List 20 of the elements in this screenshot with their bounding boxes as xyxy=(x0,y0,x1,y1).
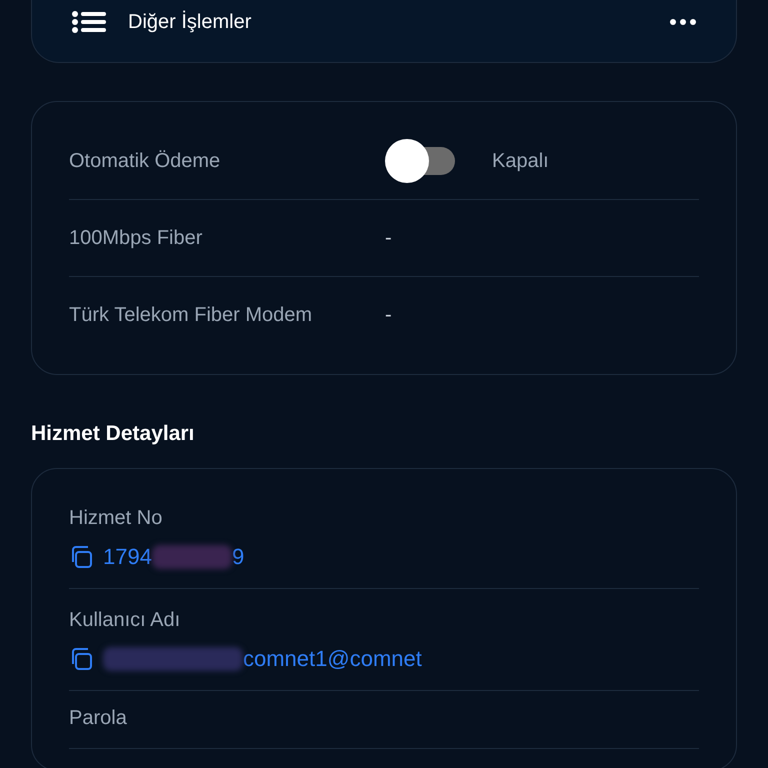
setting-value: - xyxy=(385,304,392,326)
field-value: 1794 xyxy=(103,544,152,570)
field-label: Parola xyxy=(69,707,128,730)
toggle-switch[interactable] xyxy=(385,139,455,183)
section-title: Hizmet Detayları xyxy=(31,422,196,446)
copy-icon[interactable] xyxy=(69,545,93,569)
copy-icon[interactable] xyxy=(69,647,93,671)
field-label: Hizmet No xyxy=(69,507,164,530)
actions-label: Diğer İşlemler xyxy=(128,10,252,34)
field-value: 9 xyxy=(232,544,244,570)
more-icon[interactable] xyxy=(670,19,696,25)
setting-label: Otomatik Ödeme xyxy=(69,150,222,172)
setting-label: 100Mbps Fiber xyxy=(69,226,204,250)
actions-card[interactable]: Diğer İşlemler xyxy=(31,0,737,63)
setting-value: - xyxy=(385,226,392,250)
toggle-status: Kapalı xyxy=(492,150,549,172)
list-icon xyxy=(72,11,106,33)
field-value: comnet1@comnet xyxy=(243,646,422,672)
setting-label: Türk Telekom Fiber Modem xyxy=(69,304,314,326)
field-label: Kullanıcı Adı xyxy=(69,609,182,632)
